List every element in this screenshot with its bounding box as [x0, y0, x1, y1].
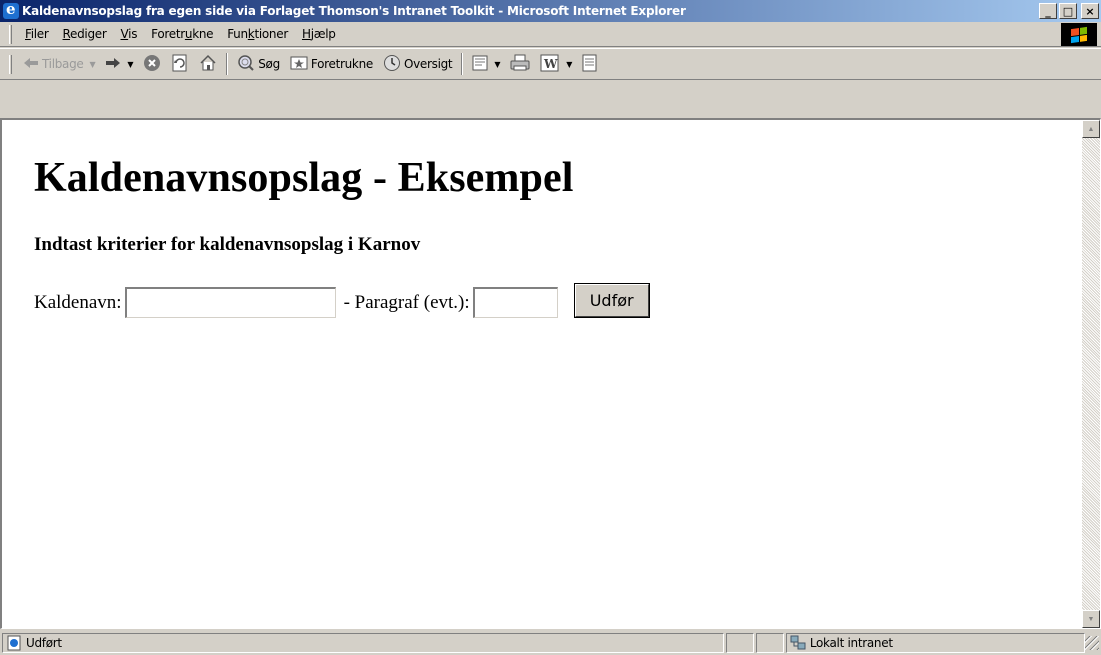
ie-logo-icon [3, 0, 19, 19]
toolbar-separator [461, 53, 464, 75]
mail-dropdown-icon[interactable]: ▼ [494, 60, 500, 69]
arrow-right-icon [105, 56, 121, 73]
favorites-icon [290, 55, 308, 74]
menu-grip[interactable] [9, 24, 12, 44]
svg-text:W: W [543, 57, 558, 71]
print-button[interactable] [505, 52, 535, 76]
discuss-icon [582, 54, 598, 75]
status-text: Udført [26, 636, 62, 650]
security-zone-panel[interactable]: Lokalt intranet [785, 633, 1086, 653]
scroll-down-button[interactable]: ▼ [1082, 610, 1100, 628]
menu-hjaelp[interactable]: Hjælp [295, 27, 343, 41]
refresh-button[interactable] [166, 52, 194, 76]
word-edit-icon: W [540, 54, 560, 75]
kaldenavn-input[interactable] [124, 287, 336, 318]
lookup-form: Kaldenavn: - Paragraf (evt.): Udfør [34, 283, 650, 318]
menu-funktioner[interactable]: Funktioner [220, 27, 295, 41]
refresh-icon [171, 54, 189, 75]
vertical-scrollbar[interactable]: ▲ ▼ [1082, 120, 1100, 628]
menu-bar: Filer Rediger Vis Foretrukne Funktioner … [0, 22, 1101, 47]
search-button[interactable]: Søg [232, 52, 285, 76]
status-text-panel: Udført [2, 633, 724, 653]
favorites-button[interactable]: Foretrukne [285, 52, 378, 76]
search-icon [237, 54, 255, 75]
menu-rediger[interactable]: Rediger [56, 27, 114, 41]
toolbar-separator [226, 53, 229, 75]
windows-logo-icon [1061, 23, 1097, 46]
mail-button[interactable]: ▼ [467, 52, 505, 76]
kaldenavn-label: Kaldenavn: [34, 291, 122, 313]
paragraf-input[interactable] [472, 287, 558, 318]
standard-toolbar: Tilbage ▼ ▼ Søg Foretrukne Oversigt ▼ W … [0, 48, 1101, 80]
history-button[interactable]: Oversigt [378, 52, 457, 76]
status-bar: Udført Lokalt intranet [0, 631, 1101, 655]
home-icon [199, 54, 217, 75]
home-button[interactable] [194, 52, 222, 76]
mail-icon [472, 54, 492, 75]
menu-vis[interactable]: Vis [114, 27, 145, 41]
page-content: Kaldenavnsopslag - Eksempel Indtast krit… [2, 120, 1082, 628]
forward-dropdown-icon[interactable]: ▼ [127, 60, 133, 69]
history-icon [383, 54, 401, 75]
minimize-button[interactable]: _ [1039, 3, 1057, 19]
maximize-button[interactable]: □ [1059, 3, 1077, 19]
submit-button[interactable]: Udfør [573, 283, 650, 318]
page-subtitle: Indtast kriterier for kaldenavnsopslag i… [34, 234, 421, 255]
menu-foretrukne[interactable]: Foretrukne [144, 27, 220, 41]
toolbar-grip[interactable] [9, 54, 12, 74]
back-dropdown-icon[interactable]: ▼ [90, 60, 96, 69]
menu-filer[interactable]: Filer [18, 27, 56, 41]
page-icon [6, 635, 22, 651]
paragraf-label: - Paragraf (evt.): [343, 291, 470, 313]
close-button[interactable]: × [1081, 3, 1099, 19]
scroll-up-button[interactable]: ▲ [1082, 120, 1100, 138]
window-controls: _ □ × [1039, 3, 1099, 19]
status-panel-empty [755, 633, 784, 653]
page-title: Kaldenavnsopslag - Eksempel [34, 155, 574, 201]
stop-icon [143, 54, 161, 75]
resize-grip[interactable] [1085, 636, 1099, 650]
stop-button[interactable] [138, 52, 166, 76]
title-bar: Kaldenavnsopslag fra egen side via Forla… [0, 0, 1101, 22]
arrow-left-icon [23, 56, 39, 73]
intranet-icon [790, 635, 806, 651]
status-panel-empty [726, 633, 754, 653]
edit-button[interactable]: W ▼ [535, 52, 577, 76]
discuss-button[interactable] [577, 52, 603, 76]
window-title: Kaldenavnsopslag fra egen side via Forla… [22, 4, 686, 18]
security-zone-text: Lokalt intranet [809, 636, 893, 650]
edit-dropdown-icon[interactable]: ▼ [566, 60, 572, 69]
print-icon [510, 54, 530, 75]
forward-button[interactable]: ▼ [100, 52, 138, 76]
back-button[interactable]: Tilbage ▼ [18, 52, 100, 76]
page-viewport: Kaldenavnsopslag - Eksempel Indtast krit… [0, 118, 1101, 629]
